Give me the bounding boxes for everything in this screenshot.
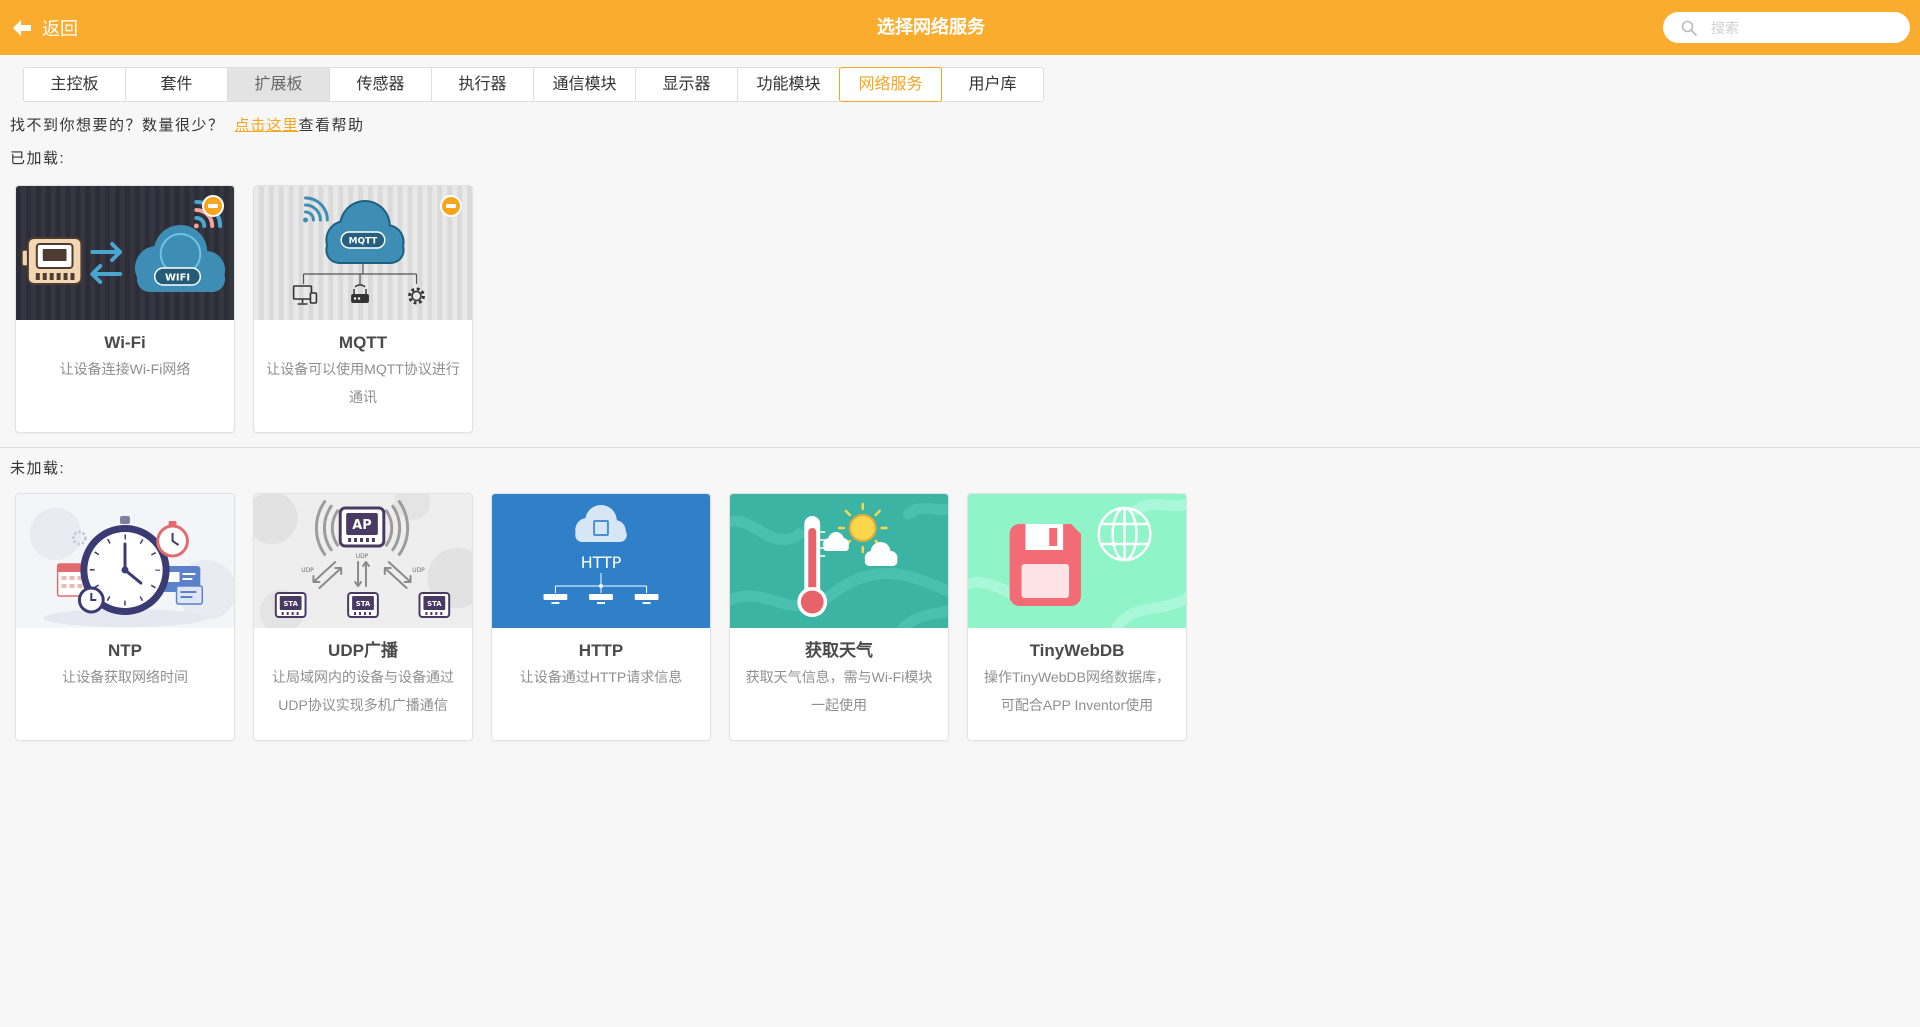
help-text: 找不到你想要的？数量很少？ 点击这里查看帮助 (10, 115, 365, 137)
loaded-cards: WIFI Wi-Fi 让设备连接Wi-Fi网络 MQTT MQTT 让设备可以使… (15, 185, 473, 433)
page-title: 选择网络服务 (877, 17, 985, 37)
tab-actuators[interactable]: 执行器 (431, 67, 534, 102)
sta-chip-icon: STA (347, 592, 379, 618)
card-title: Wi-Fi (104, 333, 146, 352)
arrow-left-icon (13, 19, 31, 36)
remove-mqtt-button[interactable] (440, 195, 462, 217)
tab-user-library[interactable]: 用户库 (941, 67, 1044, 102)
tab-function-modules[interactable]: 功能模块 (737, 67, 840, 102)
card-ntp[interactable]: NTP 让设备获取网络时间 (15, 493, 235, 741)
board-icon (21, 237, 83, 285)
card-description: 让设备获取网络时间 (62, 669, 188, 685)
http-illustration: HTTP (492, 494, 710, 628)
card-title: NTP (108, 641, 142, 660)
help-prefix: 找不到你想要的？数量很少？ (10, 117, 225, 134)
tab-network-services[interactable]: 网络服务 (839, 67, 942, 102)
card-weather[interactable]: 获取天气 获取天气信息，需与Wi-Fi模块一起使用 (729, 493, 949, 741)
weather-illustration (730, 494, 948, 628)
tab-expansion-board[interactable]: 扩展板 (227, 67, 330, 102)
tab-sensors[interactable]: 传感器 (329, 67, 432, 102)
tinywebdb-illustration (968, 494, 1186, 628)
card-title: 获取天气 (805, 641, 873, 660)
tab-communication[interactable]: 通信模块 (533, 67, 636, 102)
section-divider (0, 447, 1920, 448)
sta-label: STA (283, 600, 298, 608)
tab-displays[interactable]: 显示器 (635, 67, 738, 102)
sta-label: STA (356, 600, 371, 608)
small-clock-icon (77, 586, 105, 614)
back-button[interactable]: 返回 (12, 0, 78, 55)
minus-icon (208, 204, 218, 208)
udp-label: UDP (356, 553, 369, 560)
udp-label: UDP (301, 567, 314, 574)
search-box[interactable] (1663, 12, 1910, 43)
udp-label: UDP (412, 567, 425, 574)
sta-chip-icon: STA (274, 592, 307, 618)
unloaded-cards: NTP 让设备获取网络时间 AP UDP UDP UDP STA STA STA… (15, 493, 1187, 741)
card-description: 操作TinyWebDB网络数据库，可配合APP Inventor使用 (984, 669, 1170, 713)
card-description: 让局域网内的设备与设备通过UDP协议实现多机广播通信 (272, 669, 454, 713)
card-description: 获取天气信息，需与Wi-Fi模块一起使用 (745, 669, 933, 713)
remove-wifi-button[interactable] (202, 195, 224, 217)
help-link[interactable]: 点击这里 (235, 117, 299, 134)
card-mqtt[interactable]: MQTT MQTT 让设备可以使用MQTT协议进行通讯 (253, 185, 473, 433)
card-title: HTTP (578, 641, 624, 660)
loaded-section-label: 已加载: (10, 150, 66, 167)
tab-main-board[interactable]: 主控板 (23, 67, 126, 102)
floppy-disk-icon (1009, 524, 1081, 606)
card-http[interactable]: HTTP HTTP 让设备通过HTTP请求信息 (491, 493, 711, 741)
wifi-label: WIFI (165, 272, 190, 283)
minus-icon (446, 204, 456, 208)
unloaded-section-label: 未加载: (10, 460, 66, 477)
search-icon (1681, 20, 1697, 36)
card-description: 让设备连接Wi-Fi网络 (59, 361, 191, 377)
stopwatch-knob (120, 516, 130, 524)
mqtt-label: MQTT (349, 236, 379, 246)
sta-chip-icon: STA (418, 592, 451, 618)
http-label: HTTP (581, 553, 622, 572)
back-label: 返回 (42, 18, 78, 39)
help-suffix: 查看帮助 (298, 117, 365, 134)
card-title: MQTT (338, 333, 388, 352)
category-tabs: 主控板 套件 扩展板 传感器 执行器 通信模块 显示器 功能模块 网络服务 用户… (23, 67, 1044, 102)
udp-illustration: AP UDP UDP UDP STA STA STA (254, 494, 472, 628)
card-description: 让设备通过HTTP请求信息 (519, 669, 683, 685)
card-tinywebdb[interactable]: TinyWebDB 操作TinyWebDB网络数据库，可配合APP Invent… (967, 493, 1187, 741)
ap-label: AP (352, 518, 371, 533)
ntp-illustration (16, 494, 234, 628)
card-title: UDP广播 (328, 641, 398, 660)
ap-chip-icon: AP (338, 506, 386, 548)
card-udp-broadcast[interactable]: AP UDP UDP UDP STA STA STA UDP广播 让局域网内的设… (253, 493, 473, 741)
card-wifi[interactable]: WIFI Wi-Fi 让设备连接Wi-Fi网络 (15, 185, 235, 433)
card-description: 让设备可以使用MQTT协议进行通讯 (266, 361, 460, 405)
sta-label: STA (427, 600, 442, 608)
tab-kits[interactable]: 套件 (125, 67, 228, 102)
search-input[interactable] (1711, 12, 1896, 43)
header-bar: 返回 选择网络服务 (0, 0, 1920, 55)
card-title: TinyWebDB (1029, 641, 1125, 660)
